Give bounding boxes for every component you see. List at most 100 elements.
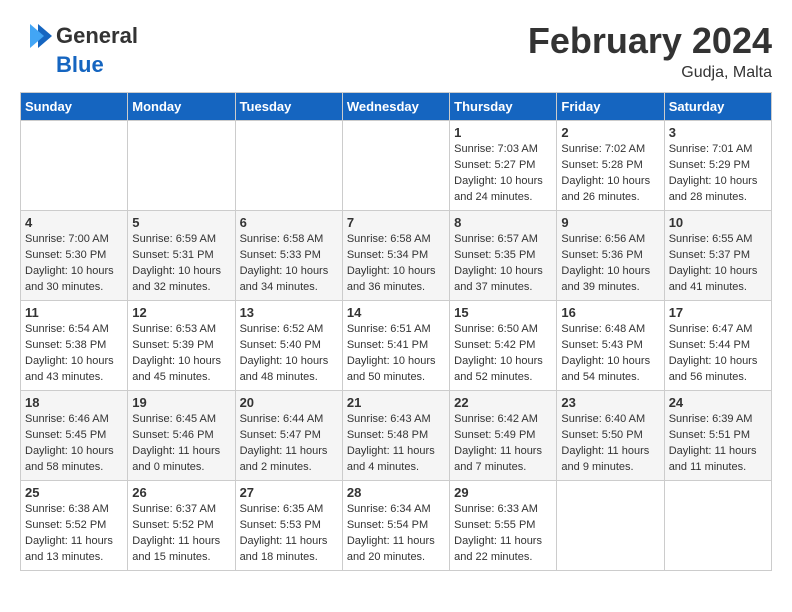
day-cell: 16 Sunrise: 6:48 AMSunset: 5:43 PMDayligh… [557,301,664,391]
day-info: Sunrise: 6:42 AMSunset: 5:49 PMDaylight:… [454,412,552,476]
day-cell: 24 Sunrise: 6:39 AMSunset: 5:51 PMDayligh… [664,391,771,481]
day-cell: 9Sunrise: 6:56 AMSunset: 5:36 PMDaylight… [557,211,664,301]
day-number: 26 [132,485,230,500]
day-number: 15 [454,305,552,320]
day-number: 27 [240,485,338,500]
day-info: Sunrise: 7:02 AMSunset: 5:28 PMDaylight:… [561,142,659,206]
day-cell: 10 Sunrise: 6:55 AMSunset: 5:37 PMDayligh… [664,211,771,301]
day-cell [342,121,449,211]
day-number: 19 [132,395,230,410]
day-number: 28 [347,485,445,500]
day-info: Sunrise: 6:51 AMSunset: 5:41 PMDaylight:… [347,322,445,386]
weekday-header-thursday: Thursday [450,93,557,121]
weekday-header-monday: Monday [128,93,235,121]
day-cell: 7 Sunrise: 6:58 AMSunset: 5:34 PMDaylight… [342,211,449,301]
day-cell: 19 Sunrise: 6:45 AMSunset: 5:46 PMDayligh… [128,391,235,481]
month-title: February 2024 [528,20,772,62]
day-info: Sunrise: 6:56 AMSunset: 5:36 PMDaylight:… [561,232,659,296]
day-cell: 4 Sunrise: 7:00 AMSunset: 5:30 PMDaylight… [21,211,128,301]
day-info: Sunrise: 6:35 AMSunset: 5:53 PMDaylight:… [240,502,338,566]
day-info: Sunrise: 7:03 AMSunset: 5:27 PMDaylight:… [454,142,552,206]
day-number: 24 [669,395,767,410]
day-cell: 11 Sunrise: 6:54 AMSunset: 5:38 PMDayligh… [21,301,128,391]
day-info: Sunrise: 6:52 AMSunset: 5:40 PMDaylight:… [240,322,338,386]
day-cell: 8 Sunrise: 6:57 AMSunset: 5:35 PMDaylight… [450,211,557,301]
day-number: 12 [132,305,230,320]
logo-icon [20,20,52,52]
day-info: Sunrise: 6:37 AMSunset: 5:52 PMDaylight:… [132,502,230,566]
logo: General Blue [20,20,138,78]
day-cell: 29 Sunrise: 6:33 AMSunset: 5:55 PMDayligh… [450,481,557,571]
day-number: 17 [669,305,767,320]
day-cell: 1 Sunrise: 7:03 AMSunset: 5:27 PMDaylight… [450,121,557,211]
day-cell: 6 Sunrise: 6:58 AMSunset: 5:33 PMDaylight… [235,211,342,301]
day-cell [235,121,342,211]
day-number: 1 [454,125,552,140]
day-info: Sunrise: 6:39 AMSunset: 5:51 PMDaylight:… [669,412,767,476]
day-info: Sunrise: 6:46 AMSunset: 5:45 PMDaylight:… [25,412,123,476]
location: Gudja, Malta [528,64,772,82]
day-cell: 12 Sunrise: 6:53 AMSunset: 5:39 PMDayligh… [128,301,235,391]
logo-general: General [56,23,138,49]
day-cell: 14 Sunrise: 6:51 AMSunset: 5:41 PMDayligh… [342,301,449,391]
day-info: Sunrise: 6:54 AMSunset: 5:38 PMDaylight:… [25,322,123,386]
day-cell: 2 Sunrise: 7:02 AMSunset: 5:28 PMDaylight… [557,121,664,211]
day-info: Sunrise: 6:53 AMSunset: 5:39 PMDaylight:… [132,322,230,386]
weekday-header-saturday: Saturday [664,93,771,121]
day-number: 23 [561,395,659,410]
day-cell [128,121,235,211]
weekday-header-wednesday: Wednesday [342,93,449,121]
day-number: 8 [454,215,552,230]
day-cell: 23Sunrise: 6:40 AMSunset: 5:50 PMDayligh… [557,391,664,481]
calendar-table: SundayMondayTuesdayWednesdayThursdayFrid… [20,92,772,571]
day-info: Sunrise: 6:57 AMSunset: 5:35 PMDaylight:… [454,232,552,296]
logo-blue: Blue [56,52,104,78]
page-header: General Blue February 2024 Gudja, Malta [20,20,772,82]
day-number: 14 [347,305,445,320]
day-cell: 25 Sunrise: 6:38 AMSunset: 5:52 PMDayligh… [21,481,128,571]
day-number: 4 [25,215,123,230]
day-number: 21 [347,395,445,410]
day-number: 20 [240,395,338,410]
day-info: Sunrise: 6:47 AMSunset: 5:44 PMDaylight:… [669,322,767,386]
day-info: Sunrise: 6:43 AMSunset: 5:48 PMDaylight:… [347,412,445,476]
weekday-header-tuesday: Tuesday [235,93,342,121]
day-info: Sunrise: 7:00 AMSunset: 5:30 PMDaylight:… [25,232,123,296]
day-info: Sunrise: 6:38 AMSunset: 5:52 PMDaylight:… [25,502,123,566]
day-number: 25 [25,485,123,500]
day-cell: 20Sunrise: 6:44 AMSunset: 5:47 PMDayligh… [235,391,342,481]
day-cell: 17 Sunrise: 6:47 AMSunset: 5:44 PMDayligh… [664,301,771,391]
week-row-2: 11 Sunrise: 6:54 AMSunset: 5:38 PMDayligh… [21,301,772,391]
day-info: Sunrise: 6:55 AMSunset: 5:37 PMDaylight:… [669,232,767,296]
day-cell: 21 Sunrise: 6:43 AMSunset: 5:48 PMDayligh… [342,391,449,481]
day-number: 6 [240,215,338,230]
day-cell: 26 Sunrise: 6:37 AMSunset: 5:52 PMDayligh… [128,481,235,571]
day-cell: 15 Sunrise: 6:50 AMSunset: 5:42 PMDayligh… [450,301,557,391]
day-number: 11 [25,305,123,320]
day-info: Sunrise: 6:59 AMSunset: 5:31 PMDaylight:… [132,232,230,296]
day-number: 22 [454,395,552,410]
week-row-0: 1 Sunrise: 7:03 AMSunset: 5:27 PMDaylight… [21,121,772,211]
day-cell: 28 Sunrise: 6:34 AMSunset: 5:54 PMDayligh… [342,481,449,571]
day-number: 13 [240,305,338,320]
day-cell: 13 Sunrise: 6:52 AMSunset: 5:40 PMDayligh… [235,301,342,391]
day-info: Sunrise: 6:33 AMSunset: 5:55 PMDaylight:… [454,502,552,566]
day-number: 29 [454,485,552,500]
day-info: Sunrise: 6:45 AMSunset: 5:46 PMDaylight:… [132,412,230,476]
day-cell: 22 Sunrise: 6:42 AMSunset: 5:49 PMDayligh… [450,391,557,481]
weekday-header-friday: Friday [557,93,664,121]
day-cell: 27 Sunrise: 6:35 AMSunset: 5:53 PMDayligh… [235,481,342,571]
day-info: Sunrise: 6:50 AMSunset: 5:42 PMDaylight:… [454,322,552,386]
day-number: 5 [132,215,230,230]
day-info: Sunrise: 6:48 AMSunset: 5:43 PMDaylight:… [561,322,659,386]
week-row-3: 18Sunrise: 6:46 AMSunset: 5:45 PMDayligh… [21,391,772,481]
week-row-4: 25 Sunrise: 6:38 AMSunset: 5:52 PMDayligh… [21,481,772,571]
day-number: 16 [561,305,659,320]
day-info: Sunrise: 6:34 AMSunset: 5:54 PMDaylight:… [347,502,445,566]
weekday-header-row: SundayMondayTuesdayWednesdayThursdayFrid… [21,93,772,121]
day-info: Sunrise: 6:58 AMSunset: 5:33 PMDaylight:… [240,232,338,296]
day-number: 2 [561,125,659,140]
day-number: 10 [669,215,767,230]
day-number: 7 [347,215,445,230]
day-info: Sunrise: 6:58 AMSunset: 5:34 PMDaylight:… [347,232,445,296]
